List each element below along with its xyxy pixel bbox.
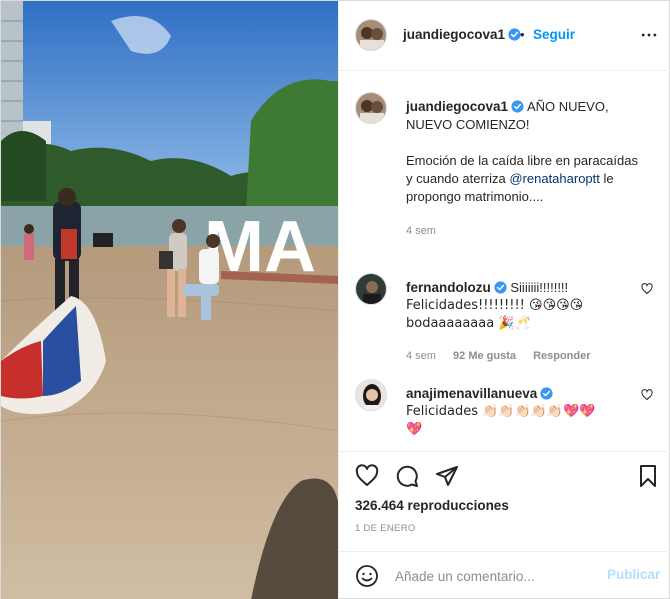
caption-line-1: AÑO NUEVO,: [526, 99, 609, 114]
verified-badge-icon: [540, 387, 553, 400]
comment-text: Felicidades!!!!!!!!! 😘😘😘😘: [406, 298, 584, 313]
comment-body: anajimenavillanueva Felicidades 👏🏻👏🏻👏🏻👏🏻…: [406, 385, 641, 439]
caption-line-2: NUEVO COMIENZO!: [406, 117, 530, 132]
save-bookmark-icon[interactable]: [636, 464, 660, 488]
follow-button[interactable]: Seguir: [533, 27, 575, 42]
author-username[interactable]: juandiegocova1: [403, 27, 521, 42]
verified-badge-icon: [494, 281, 507, 294]
author-avatar[interactable]: [355, 19, 387, 51]
comment-timestamp[interactable]: 4 sem: [406, 350, 436, 362]
commenter-avatar[interactable]: [355, 379, 387, 411]
emoji-smiley-icon[interactable]: [355, 564, 379, 588]
caption-body: juandiegocova1 AÑO NUEVO, NUEVO COMIENZO…: [406, 98, 641, 240]
share-paper-plane-icon[interactable]: [435, 464, 459, 488]
post-actions-bar: 326.464 reproducciones 1 DE ENERO: [339, 451, 670, 551]
publish-button[interactable]: Publicar: [607, 567, 660, 582]
caption-timestamp[interactable]: 4 sem: [406, 225, 436, 237]
post-date[interactable]: 1 DE ENERO: [355, 523, 416, 534]
comment-text: bodaaaaaaaa 🎉🥂: [406, 316, 531, 331]
post-side-panel: juandiegocova1 • Seguir juandiegocova1 A…: [338, 1, 670, 599]
commenter-avatar[interactable]: [355, 273, 387, 305]
sign-letters: MA: [204, 207, 316, 287]
reply-button[interactable]: Responder: [533, 350, 590, 362]
commenter-username[interactable]: anajimenavillanueva: [406, 386, 537, 401]
more-options-icon[interactable]: [639, 25, 659, 45]
comment-text: 💖: [406, 422, 423, 437]
caption-username[interactable]: juandiegocova1: [406, 99, 508, 114]
comment-body: fernandolozu Siiiiiii!!!!!!!! Felicidade…: [406, 279, 641, 365]
like-heart-icon[interactable]: [355, 464, 379, 488]
like-comment-heart-icon[interactable]: [641, 283, 653, 295]
comments-list: juandiegocova1 AÑO NUEVO, NUEVO COMIENZO…: [339, 72, 670, 451]
caption-mention-link[interactable]: @renataharoptt: [509, 171, 600, 186]
comment-text: Siiiiiii!!!!!!!!: [510, 280, 569, 295]
caption-author-avatar[interactable]: [355, 92, 387, 124]
separator-dot: •: [520, 27, 525, 42]
beach-proposal-scene: MA: [1, 1, 338, 599]
commenter-username[interactable]: fernandolozu: [406, 280, 491, 295]
post-video[interactable]: MA: [1, 1, 338, 599]
comment-text: Felicidades 👏🏻👏🏻👏🏻👏🏻👏🏻💖💖: [406, 404, 596, 419]
comment-likes-count[interactable]: 92 Me gusta: [453, 350, 516, 362]
comment-composer: Publicar: [339, 551, 670, 599]
comment-input[interactable]: [395, 562, 590, 590]
comment-bubble-icon[interactable]: [395, 464, 419, 488]
post-frame: MA juandiegocova1 • Seguir juandiegocova…: [0, 0, 670, 599]
post-header: juandiegocova1 • Seguir: [339, 1, 670, 71]
author-username-text[interactable]: juandiegocova1: [403, 27, 505, 42]
view-count[interactable]: 326.464 reproducciones: [355, 498, 509, 513]
like-comment-heart-icon[interactable]: [641, 389, 653, 401]
verified-badge-icon: [511, 100, 524, 113]
